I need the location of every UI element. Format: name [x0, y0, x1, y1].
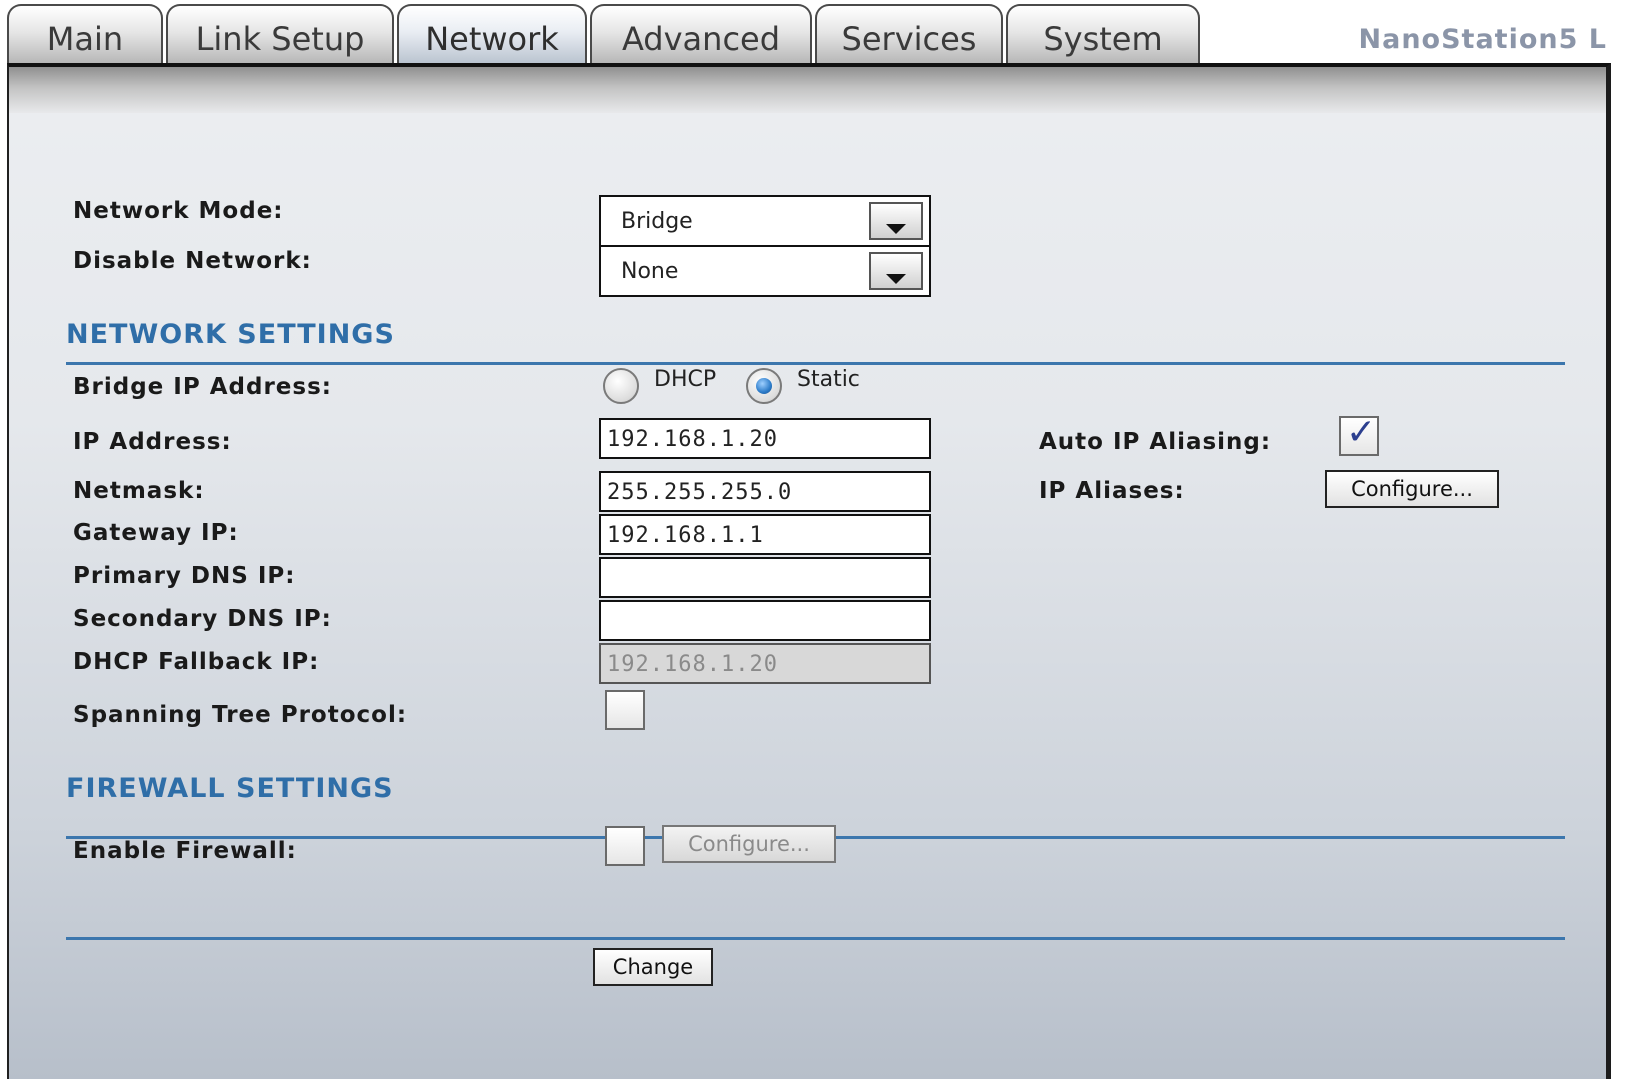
- tab-services-label: Services: [841, 20, 977, 58]
- disable-network-label: Disable Network:: [73, 248, 312, 274]
- stp-label: Spanning Tree Protocol:: [73, 702, 408, 728]
- bridge-ip-label: Bridge IP Address:: [73, 374, 332, 400]
- ip-aliases-configure-button[interactable]: Configure...: [1325, 470, 1499, 508]
- tab-link-setup[interactable]: Link Setup: [166, 4, 394, 64]
- network-mode-label: Network Mode:: [73, 198, 284, 224]
- network-mode-value: Bridge: [621, 209, 693, 234]
- tab-advanced-label: Advanced: [621, 20, 781, 58]
- tab-services[interactable]: Services: [815, 4, 1003, 64]
- tab-link-setup-label: Link Setup: [195, 20, 365, 58]
- network-mode-select[interactable]: Bridge: [599, 195, 931, 247]
- ip-address-input[interactable]: 192.168.1.20: [599, 418, 931, 459]
- dhcp-fallback-label: DHCP Fallback IP:: [73, 649, 320, 675]
- checkmark-icon: ✓: [1346, 412, 1377, 453]
- tab-network-label: Network: [425, 20, 559, 58]
- secondary-dns-label: Secondary DNS IP:: [73, 606, 332, 632]
- chevron-down-icon[interactable]: [869, 202, 923, 240]
- dhcp-fallback-input: 192.168.1.20: [599, 643, 931, 684]
- disable-network-value: None: [621, 259, 679, 284]
- device-brand: NanoStation5 L: [1358, 24, 1607, 55]
- tab-main-label: Main: [46, 20, 124, 58]
- auto-ip-aliasing-checkbox[interactable]: ✓: [1339, 412, 1379, 456]
- secondary-dns-input[interactable]: [599, 600, 931, 641]
- netmask-input[interactable]: 255.255.255.0: [599, 471, 931, 512]
- stp-checkbox[interactable]: [605, 690, 645, 730]
- change-button[interactable]: Change: [593, 948, 713, 986]
- tab-main[interactable]: Main: [7, 4, 163, 64]
- firewall-settings-heading: FIREWALL SETTINGS: [66, 773, 394, 804]
- tab-system-label: System: [1043, 20, 1163, 58]
- radio-static[interactable]: [746, 368, 782, 404]
- disable-network-select[interactable]: None: [599, 245, 931, 297]
- netmask-label: Netmask:: [73, 478, 205, 504]
- network-settings-heading: NETWORK SETTINGS: [66, 319, 395, 350]
- tab-advanced[interactable]: Advanced: [590, 4, 812, 64]
- primary-dns-input[interactable]: [599, 557, 931, 598]
- tab-network[interactable]: Network: [397, 4, 587, 64]
- radio-dhcp[interactable]: [603, 368, 639, 404]
- radio-static-label: Static: [797, 367, 860, 392]
- network-panel: Network Mode: Bridge Disable Network: No…: [7, 63, 1611, 1079]
- chevron-down-icon[interactable]: [869, 252, 923, 290]
- enable-firewall-checkbox[interactable]: [605, 826, 645, 866]
- primary-dns-label: Primary DNS IP:: [73, 563, 296, 589]
- firewall-configure-button: Configure...: [662, 825, 836, 863]
- bottom-divider: [66, 937, 1565, 940]
- ip-address-label: IP Address:: [73, 429, 232, 455]
- auto-ip-aliasing-label: Auto IP Aliasing:: [1039, 429, 1272, 455]
- radio-dhcp-label: DHCP: [654, 367, 717, 392]
- ip-aliases-label: IP Aliases:: [1039, 478, 1185, 504]
- gateway-ip-label: Gateway IP:: [73, 520, 239, 546]
- panel-top-band: [9, 67, 1606, 113]
- network-settings-divider: [66, 362, 1565, 365]
- tab-system[interactable]: System: [1006, 4, 1200, 64]
- gateway-ip-input[interactable]: 192.168.1.1: [599, 514, 931, 555]
- enable-firewall-label: Enable Firewall:: [73, 838, 297, 864]
